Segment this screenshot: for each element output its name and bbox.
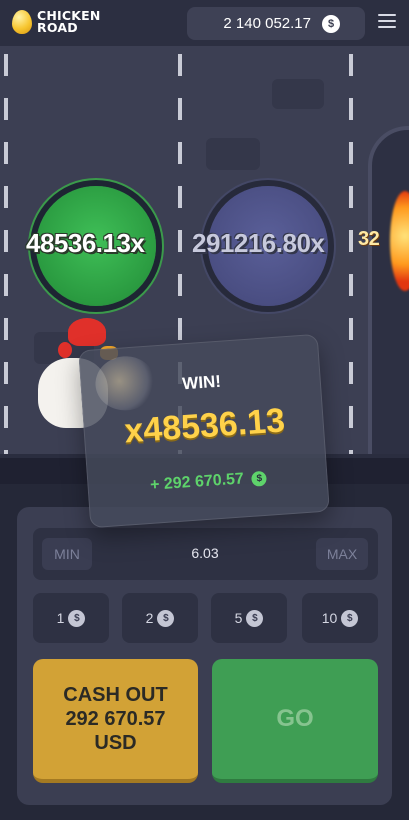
dollar-coin-icon: $: [251, 470, 268, 487]
go-label: GO: [276, 705, 314, 732]
lane-multiplier: 48536.13x: [26, 228, 145, 258]
logo: CHICKEN ROAD: [12, 9, 101, 35]
balance-value: 2 140 052.17: [223, 15, 311, 32]
bet-amount-input[interactable]: 6.03: [150, 545, 260, 561]
top-bar: CHICKEN ROAD 2 140 052.17 $: [0, 0, 409, 46]
win-amount: + 292 670.57: [149, 470, 245, 494]
win-popup: WIN! x48536.13 + 292 670.57 $: [78, 333, 330, 529]
cash-out-label: CASH OUT: [63, 684, 168, 706]
dollar-coin-icon: $: [341, 609, 359, 627]
road-patch: [272, 79, 324, 109]
lane-multiplier: 32: [358, 228, 380, 250]
quick-bet-value: 5: [234, 610, 243, 626]
quick-bet-5-button[interactable]: 5 $: [211, 593, 287, 643]
quick-bet-value: 2: [145, 610, 154, 626]
dollar-coin-icon: $: [68, 609, 86, 627]
cash-out-button[interactable]: CASH OUT 292 670.57 USD: [33, 659, 198, 783]
dollar-coin-icon: $: [322, 14, 340, 33]
quick-bet-value: 10: [321, 610, 338, 626]
cash-out-currency: USD: [94, 732, 137, 754]
logo-line-2: ROAD: [37, 20, 78, 35]
game-screen: CHICKEN ROAD 2 140 052.17 $ 48536.13x 29…: [0, 0, 409, 820]
balance-display: 2 140 052.17 $: [187, 7, 365, 40]
lane-multiplier: 291216.80x: [192, 228, 325, 258]
quick-bet-value: 1: [56, 610, 65, 626]
dollar-coin-icon: $: [157, 609, 175, 627]
go-button[interactable]: GO: [212, 659, 378, 783]
logo-text: CHICKEN ROAD: [37, 9, 101, 35]
golden-egg-icon: [12, 10, 32, 34]
lane-divider: [349, 54, 353, 454]
quick-bet-10-button[interactable]: 10 $: [302, 593, 378, 643]
quick-bet-1-button[interactable]: 1 $: [33, 593, 109, 643]
quick-bet-2-button[interactable]: 2 $: [122, 593, 198, 643]
dollar-coin-icon: $: [246, 609, 264, 627]
lane-divider: [4, 54, 8, 454]
road-patch: [206, 138, 260, 170]
hamburger-menu-icon[interactable]: [378, 14, 396, 32]
bet-min-button[interactable]: MIN: [42, 538, 92, 570]
win-amount-row: + 292 670.57 $: [88, 464, 329, 499]
bet-max-button[interactable]: MAX: [316, 538, 368, 570]
cash-out-amount: 292 670.57: [65, 708, 166, 730]
